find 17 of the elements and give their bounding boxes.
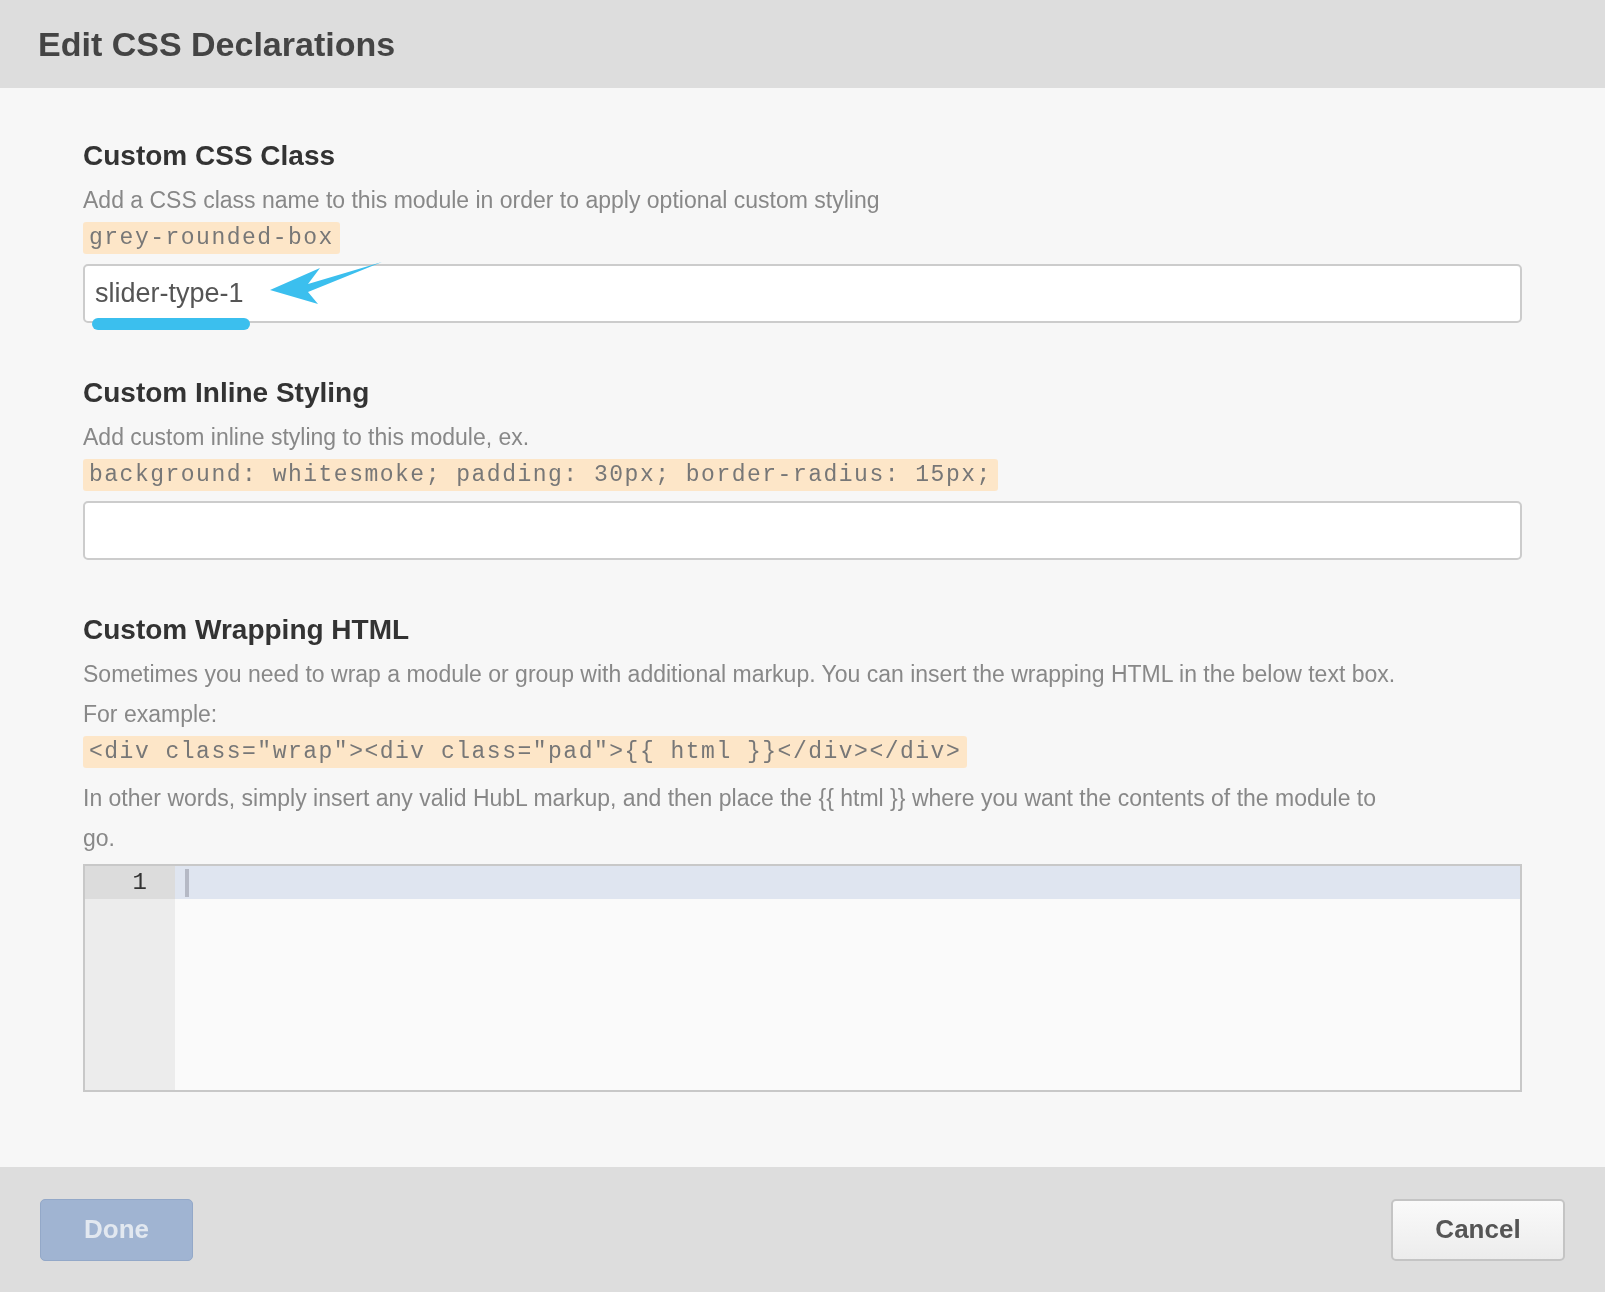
dialog-title: Edit CSS Declarations [38, 24, 396, 64]
text-field[interactable]: slider-type-1 [83, 264, 1522, 323]
section-note: In other words, simply insert any valid HubL markup, and then place the {{ html }} where you want the contents of the module to go. [83, 784, 1377, 853]
section-heading: Custom Inline Styling [83, 377, 370, 409]
section-heading: Custom CSS Class [83, 140, 336, 172]
text-field[interactable] [83, 501, 1522, 560]
section-description: Sometimes you need to wrap a module or group with additional markup. You can insert the wrapping HTML in the below text box. For example: [83, 660, 1397, 729]
code-editor[interactable]: 1 [83, 864, 1522, 1092]
section-description: Add a CSS class name to this module in order to apply optional custom styling [83, 186, 880, 215]
section-description: Add custom inline styling to this module, ex. [83, 423, 530, 452]
section-heading: Custom Wrapping HTML [83, 614, 410, 646]
text-cursor [185, 868, 189, 897]
line-number: 1 [85, 866, 175, 899]
cancel-button[interactable]: Cancel [1391, 1198, 1565, 1261]
code-example: grey-rounded-box [83, 222, 340, 254]
code-example: <div class="wrap"><div class="pad">{{ html }}</div></div> [83, 736, 968, 768]
code-example: background: whitesmoke; padding: 30px; border-radius: 15px; [83, 459, 998, 491]
